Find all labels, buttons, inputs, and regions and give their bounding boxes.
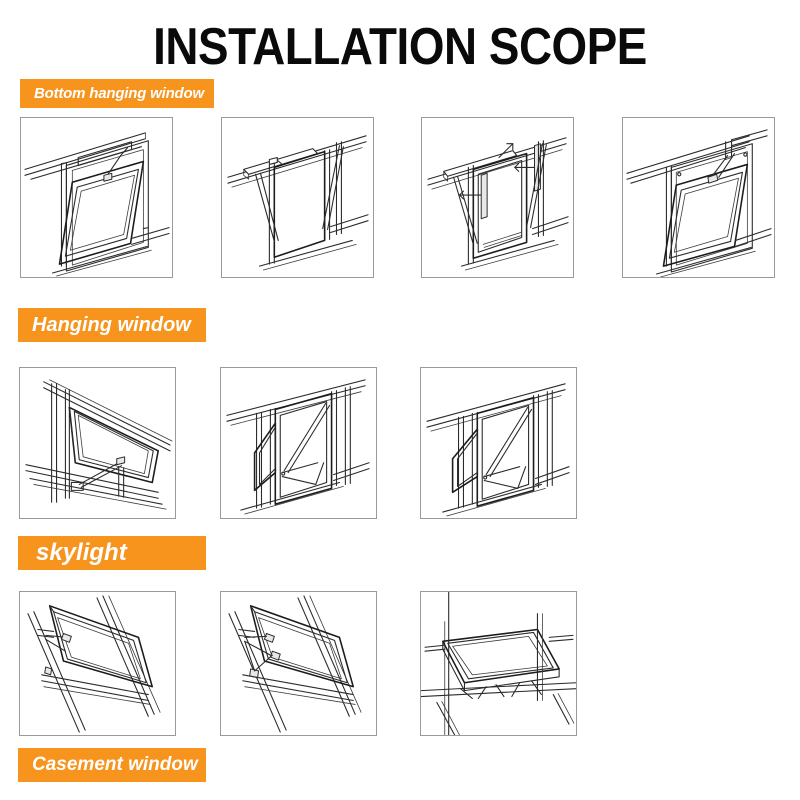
diagram-panel-hanging-1 [19, 367, 176, 519]
window-diagram-illustration [228, 595, 362, 733]
window-diagram-illustration [626, 129, 772, 277]
diagram-panel-bottom-hanging-2 [221, 117, 374, 278]
window-diagram-illustration [25, 379, 173, 510]
section-label-skylight: skylight [18, 536, 206, 570]
section-label-text: skylight [36, 539, 127, 566]
diagram-panel-hanging-2 [220, 367, 377, 519]
window-diagram-illustration [27, 595, 161, 733]
section-label-bottom-hanging-window: Bottom hanging window [20, 79, 214, 108]
section-label-hanging-window: Hanging window [18, 308, 206, 342]
section-label-text: Hanging window [32, 313, 191, 336]
diagram-panel-bottom-hanging-3 [421, 117, 574, 278]
window-diagram-illustration [24, 132, 170, 277]
page-title: INSTALLATION SCOPE [153, 18, 647, 76]
section-label-text: Bottom hanging window [34, 85, 204, 102]
window-diagram-illustration [421, 592, 576, 735]
diagram-panel-hanging-3 [420, 367, 577, 519]
diagram-panel-bottom-hanging-1 [20, 117, 173, 278]
section-label-casement-window: Casement window [18, 748, 206, 782]
window-diagram-illustration [227, 135, 369, 271]
window-diagram-illustration [226, 379, 370, 515]
installation-scope-page: INSTALLATION SCOPE Bottom hanging window [0, 0, 800, 800]
window-diagram-illustration [426, 383, 570, 517]
diagram-panel-skylight-2 [220, 591, 377, 736]
diagram-panel-skylight-3 [420, 591, 577, 736]
diagram-panel-skylight-1 [19, 591, 176, 736]
window-diagram-illustration [427, 137, 569, 271]
section-label-text: Casement window [32, 754, 198, 775]
diagram-panel-bottom-hanging-4 [622, 117, 775, 278]
